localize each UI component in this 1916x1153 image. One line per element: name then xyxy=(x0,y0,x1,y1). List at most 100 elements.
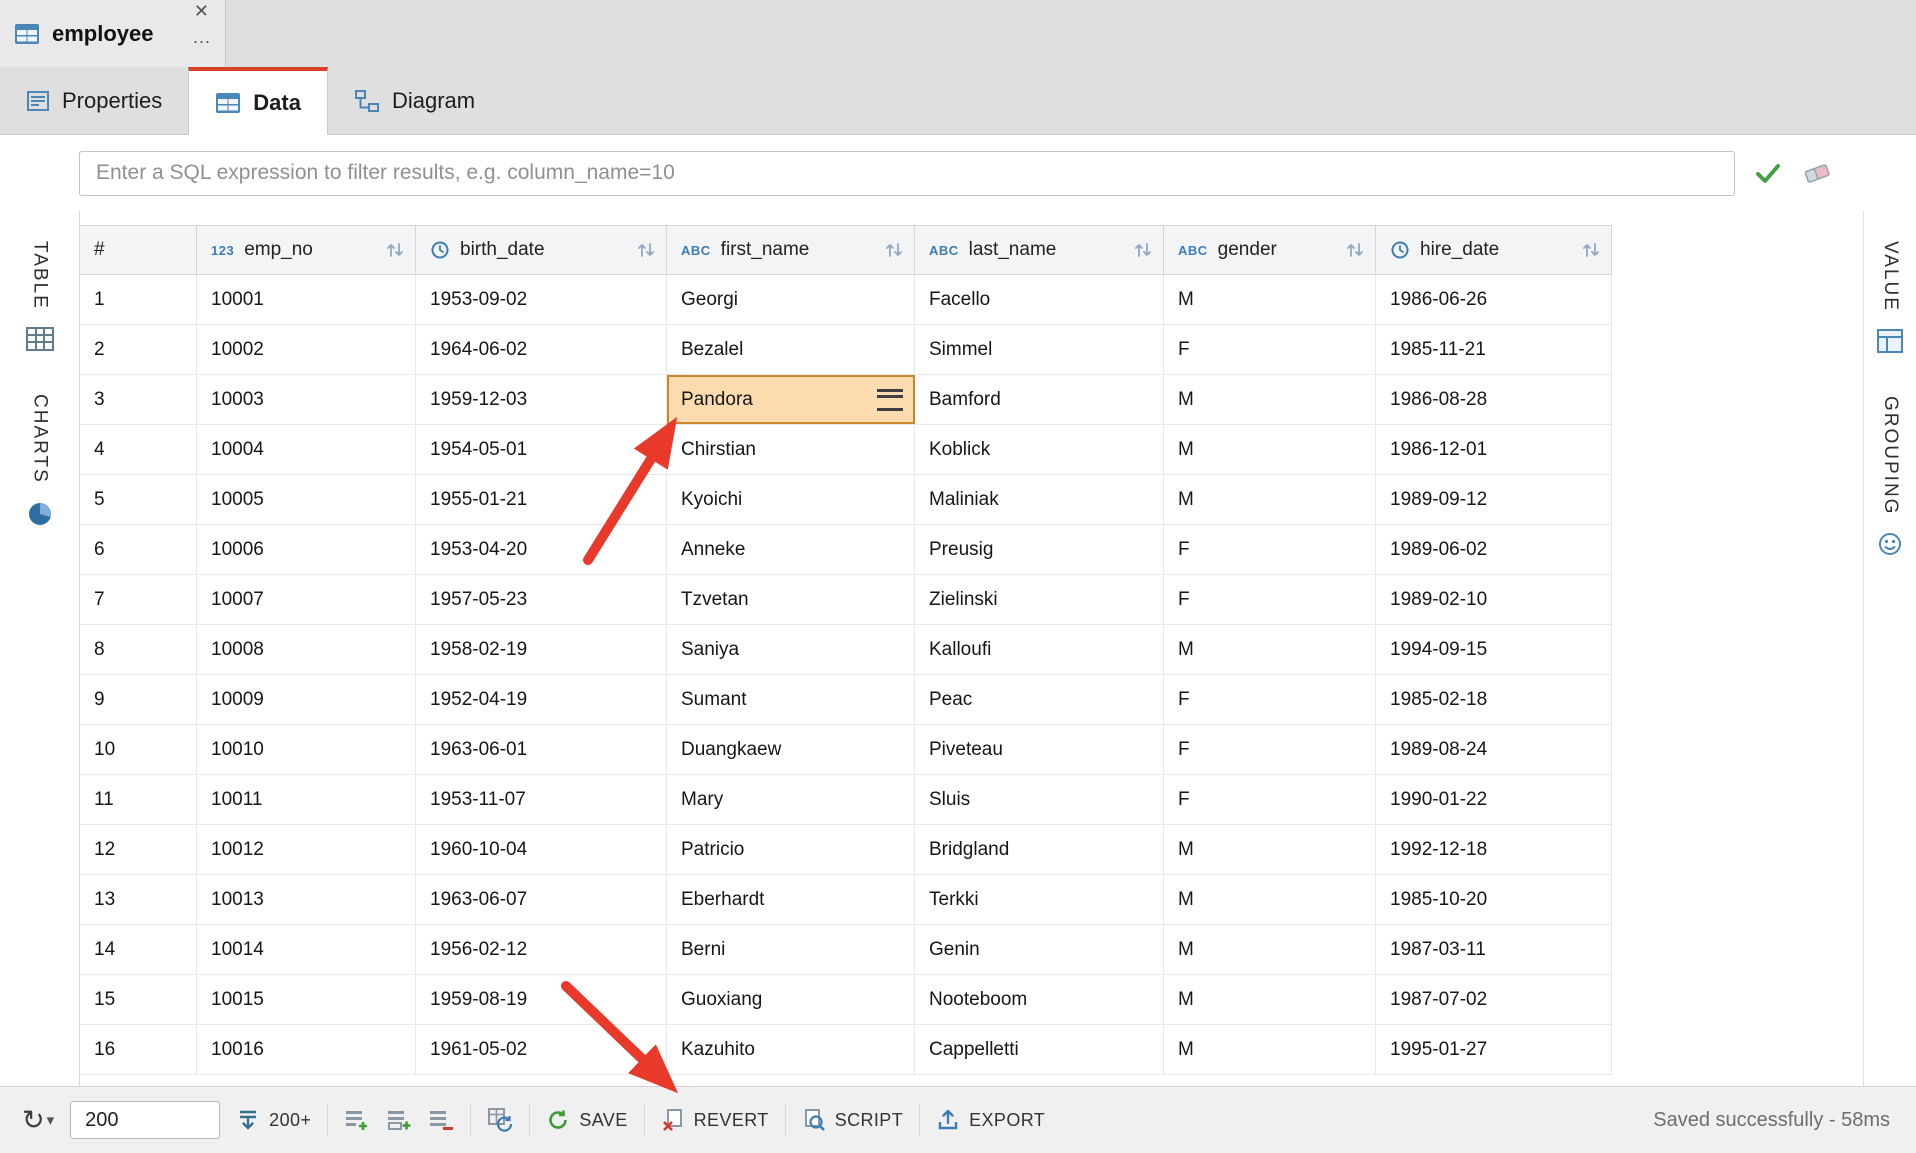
fetch-size-input[interactable] xyxy=(70,1101,220,1139)
table-cell[interactable]: 1987-03-11 xyxy=(1376,925,1612,974)
table-cell[interactable]: M xyxy=(1164,375,1376,424)
table-cell[interactable]: 10010 xyxy=(197,725,416,774)
table-cell[interactable]: 10014 xyxy=(197,925,416,974)
tab-properties[interactable]: Properties xyxy=(0,67,188,134)
editor-tab-employee[interactable]: employee ✕ ... xyxy=(0,0,226,67)
table-cell[interactable]: Facello xyxy=(915,275,1164,324)
table-cell[interactable]: 10004 xyxy=(197,425,416,474)
table-cell[interactable]: 1954-05-01 xyxy=(416,425,667,474)
sort-icon[interactable] xyxy=(1345,240,1365,260)
table-cell[interactable]: 10001 xyxy=(197,275,416,324)
rail-item-table[interactable]: TABLE xyxy=(25,241,55,352)
column-header-gender[interactable]: ABC gender xyxy=(1164,226,1376,274)
table-cell[interactable]: Bezalel xyxy=(667,325,915,374)
row-number-cell[interactable]: 11 xyxy=(80,775,197,824)
row-number-cell[interactable]: 5 xyxy=(80,475,197,524)
table-cell[interactable]: Nooteboom xyxy=(915,975,1164,1024)
fetch-more-button[interactable]: 200+ xyxy=(236,1108,311,1132)
table-cell[interactable]: Berni xyxy=(667,925,915,974)
apply-filter-button[interactable] xyxy=(1753,158,1783,188)
row-number-cell[interactable]: 7 xyxy=(80,575,197,624)
row-number-cell[interactable]: 2 xyxy=(80,325,197,374)
row-number-cell[interactable]: 13 xyxy=(80,875,197,924)
table-cell[interactable]: M xyxy=(1164,475,1376,524)
sql-filter-input[interactable] xyxy=(79,151,1735,196)
table-cell[interactable]: 1963-06-01 xyxy=(416,725,667,774)
table-cell[interactable]: 1986-12-01 xyxy=(1376,425,1612,474)
table-cell[interactable]: Koblick xyxy=(915,425,1164,474)
rail-item-charts[interactable]: CHARTS xyxy=(26,394,54,528)
cell-menu-icon[interactable] xyxy=(877,389,903,411)
table-cell[interactable]: 1959-12-03 xyxy=(416,375,667,424)
table-cell[interactable]: F xyxy=(1164,775,1376,824)
table-cell[interactable]: 1963-06-07 xyxy=(416,875,667,924)
table-cell[interactable]: M xyxy=(1164,425,1376,474)
table-cell[interactable]: 1990-01-22 xyxy=(1376,775,1612,824)
row-number-cell[interactable]: 6 xyxy=(80,525,197,574)
column-header-last-name[interactable]: ABC last_name xyxy=(915,226,1164,274)
table-cell[interactable]: Cappelletti xyxy=(915,1025,1164,1074)
row-number-cell[interactable]: 15 xyxy=(80,975,197,1024)
table-cell[interactable]: 10009 xyxy=(197,675,416,724)
row-number-cell[interactable]: 10 xyxy=(80,725,197,774)
table-cell[interactable]: 1994-09-15 xyxy=(1376,625,1612,674)
row-number-cell[interactable]: 9 xyxy=(80,675,197,724)
table-cell[interactable]: Duangkaew xyxy=(667,725,915,774)
table-cell[interactable]: 10012 xyxy=(197,825,416,874)
sort-icon[interactable] xyxy=(1133,240,1153,260)
table-cell[interactable]: 1985-02-18 xyxy=(1376,675,1612,724)
save-button[interactable]: SAVE xyxy=(546,1108,627,1132)
table-cell[interactable]: 1992-12-18 xyxy=(1376,825,1612,874)
table-cell[interactable]: Kyoichi xyxy=(667,475,915,524)
table-cell[interactable]: 10005 xyxy=(197,475,416,524)
tab-overflow-menu[interactable]: ... xyxy=(193,28,211,46)
row-number-cell[interactable]: 1 xyxy=(80,275,197,324)
export-button[interactable]: EXPORT xyxy=(936,1108,1045,1132)
delete-row-button[interactable] xyxy=(428,1107,454,1133)
table-cell[interactable]: 1952-04-19 xyxy=(416,675,667,724)
column-header-birth-date[interactable]: birth_date xyxy=(416,226,667,274)
table-cell[interactable]: 10007 xyxy=(197,575,416,624)
table-cell[interactable]: Preusig xyxy=(915,525,1164,574)
table-cell[interactable]: Zielinski xyxy=(915,575,1164,624)
sort-icon[interactable] xyxy=(636,240,656,260)
refresh-button[interactable]: ↻ ▾ xyxy=(22,1107,54,1134)
table-cell[interactable]: 1995-01-27 xyxy=(1376,1025,1612,1074)
row-number-cell[interactable]: 14 xyxy=(80,925,197,974)
table-cell[interactable]: Bridgland xyxy=(915,825,1164,874)
row-number-cell[interactable]: 3 xyxy=(80,375,197,424)
column-header-hire-date[interactable]: hire_date xyxy=(1376,226,1612,274)
sort-icon[interactable] xyxy=(385,240,405,260)
sort-icon[interactable] xyxy=(884,240,904,260)
table-cell[interactable]: Sluis xyxy=(915,775,1164,824)
table-cell[interactable]: Pandora xyxy=(667,375,915,424)
table-cell[interactable]: 1959-08-19 xyxy=(416,975,667,1024)
table-cell[interactable]: 10011 xyxy=(197,775,416,824)
table-cell[interactable]: 1953-09-02 xyxy=(416,275,667,324)
table-cell[interactable]: Kalloufi xyxy=(915,625,1164,674)
table-cell[interactable]: F xyxy=(1164,725,1376,774)
row-number-cell[interactable]: 8 xyxy=(80,625,197,674)
table-cell[interactable]: Piveteau xyxy=(915,725,1164,774)
revert-button[interactable]: REVERT xyxy=(661,1108,769,1132)
table-cell[interactable]: Kazuhito xyxy=(667,1025,915,1074)
table-cell[interactable]: Chirstian xyxy=(667,425,915,474)
row-number-cell[interactable]: 4 xyxy=(80,425,197,474)
table-cell[interactable]: Mary xyxy=(667,775,915,824)
table-cell[interactable]: M xyxy=(1164,1025,1376,1074)
table-cell[interactable]: 10008 xyxy=(197,625,416,674)
row-number-cell[interactable]: 12 xyxy=(80,825,197,874)
rail-item-value[interactable]: VALUE xyxy=(1876,241,1904,354)
table-cell[interactable]: F xyxy=(1164,675,1376,724)
table-cell[interactable]: 1989-06-02 xyxy=(1376,525,1612,574)
table-cell[interactable]: Anneke xyxy=(667,525,915,574)
table-cell[interactable]: F xyxy=(1164,575,1376,624)
table-cell[interactable]: 1989-09-12 xyxy=(1376,475,1612,524)
table-cell[interactable]: 10006 xyxy=(197,525,416,574)
table-cell[interactable]: F xyxy=(1164,525,1376,574)
sort-icon[interactable] xyxy=(1581,240,1601,260)
table-cell[interactable]: Simmel xyxy=(915,325,1164,374)
table-cell[interactable]: 1985-10-20 xyxy=(1376,875,1612,924)
table-cell[interactable]: 1964-06-02 xyxy=(416,325,667,374)
table-cell[interactable]: Georgi xyxy=(667,275,915,324)
